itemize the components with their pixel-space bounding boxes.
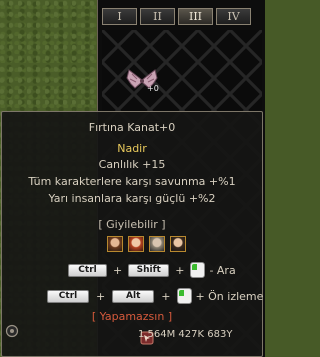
money-label: 1 564M 427K 683Y	[138, 329, 233, 340]
tab-4[interactable]: IV	[216, 8, 251, 25]
tooltip-footer	[5, 324, 19, 338]
class-portraits	[107, 236, 186, 252]
plus-sign: +	[161, 289, 171, 303]
item-tooltip: Fırtına Kanat+0 Nadir Canlılık +15 Tüm k…	[1, 111, 263, 357]
mouse-left-click-icon	[190, 262, 206, 278]
tab-3[interactable]: III	[178, 8, 213, 25]
item-stat: Yarı insanlara karşı güçlü +%2	[48, 192, 216, 205]
settings-icon[interactable]	[5, 324, 19, 338]
hotkey-preview-row: Ctrl + Alt + + Ön izleme	[47, 288, 263, 304]
plus-sign: +	[113, 263, 123, 277]
alt-key: Alt	[112, 289, 155, 303]
plus-sign: +	[175, 263, 185, 277]
tab-1[interactable]: I	[102, 8, 137, 25]
item-stat: Tüm karakterlere karşı savunma +%1	[28, 175, 236, 188]
mouse-left-click-icon	[177, 288, 193, 304]
plus-sign: +	[96, 289, 106, 303]
hotkey-search-row: Ctrl + Shift + - Ara	[68, 262, 236, 278]
cannot-label: [ Yapamazsın ]	[91, 310, 173, 323]
inventory-tabs: I II III IV	[102, 8, 251, 25]
item-name: Fırtına Kanat+0	[88, 121, 176, 134]
item-rarity: Nadir	[117, 142, 147, 155]
wearable-label: [ Giyilebilir ]	[98, 218, 166, 231]
ctrl-key: Ctrl	[68, 263, 107, 277]
tab-2[interactable]: II	[140, 8, 175, 25]
item-count: +0	[147, 84, 159, 93]
warrior-portrait-icon	[107, 236, 123, 252]
sura-portrait-icon	[149, 236, 165, 252]
ninja-portrait-icon	[128, 236, 144, 252]
search-action-label: - Ara	[209, 263, 236, 277]
preview-action-label: + Ön izleme	[195, 289, 264, 303]
item-stat: Canlılık +15	[98, 158, 166, 171]
ctrl-key: Ctrl	[47, 289, 89, 303]
shift-key: Shift	[128, 263, 170, 277]
shaman-portrait-icon	[170, 236, 186, 252]
